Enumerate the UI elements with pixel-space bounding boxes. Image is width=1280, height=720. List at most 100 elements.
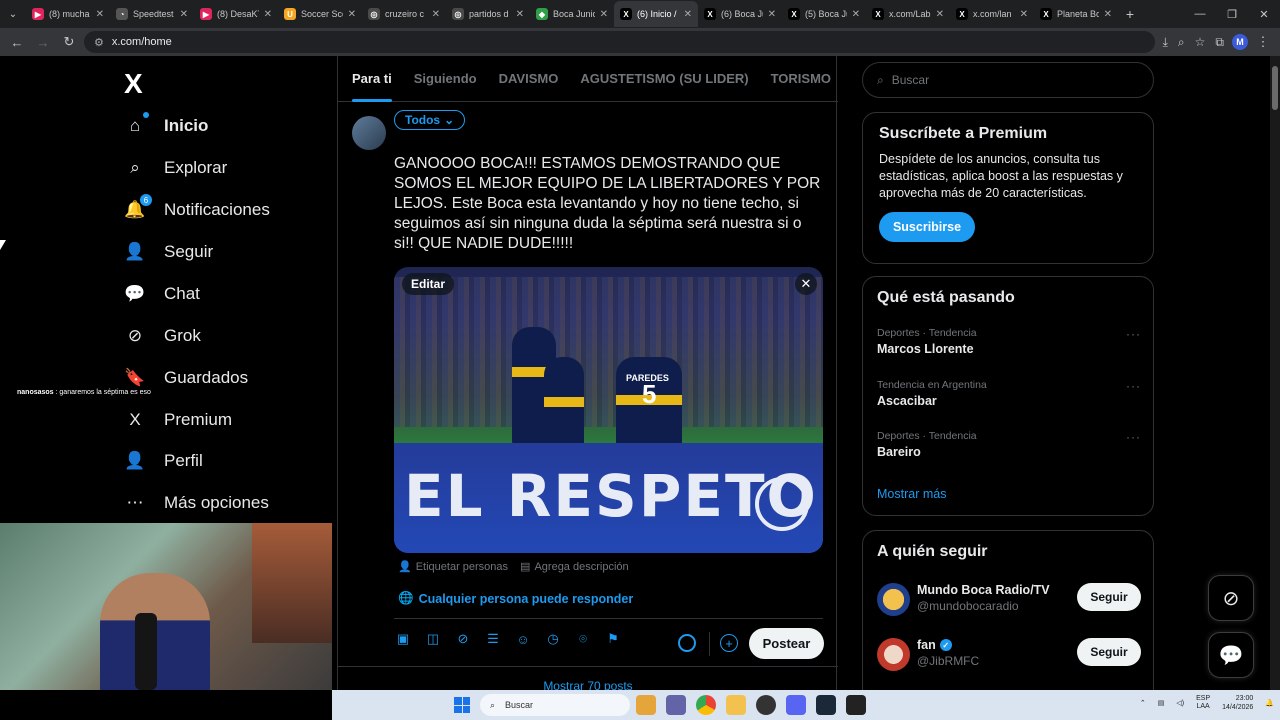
nav-item-perfil[interactable]: 👤 Perfil [124,441,202,481]
add-description-button[interactable]: ▤ Agrega descripción [520,560,629,574]
grok-icon[interactable]: ⊘ [454,630,472,648]
add-post-icon[interactable]: + [720,634,738,652]
maximize-button[interactable]: ❐ [1216,8,1248,21]
tab-close-icon[interactable]: ✕ [936,9,944,20]
chrome-icon[interactable] [696,695,716,715]
feed-tab[interactable]: Para ti [352,56,392,102]
edit-image-button[interactable]: Editar [402,273,455,295]
avatar[interactable] [877,583,910,616]
follow-button[interactable]: Seguir [1077,638,1141,666]
subscribe-button[interactable]: Suscribirse [879,212,975,242]
nav-item-premium[interactable]: X Premium [124,400,232,440]
feed-tab[interactable]: TORISMO [771,56,831,102]
nav-item-notificaciones[interactable]: 🔔 6 Notificaciones [124,190,270,230]
flag-icon[interactable]: ⚑ [604,630,622,648]
browser-tab[interactable]: ▶ (8) mucha ✕ [26,1,110,27]
page-scrollbar[interactable] [1270,56,1280,690]
start-button[interactable] [454,697,470,713]
site-info-icon[interactable]: ⚙ [94,36,104,49]
close-icon[interactable]: ✕ [795,273,817,295]
show-new-posts-link[interactable]: Mostrar 70 posts [338,666,838,690]
tab-search-button[interactable]: ⌄ [0,4,26,24]
url-omnibox[interactable]: ⚙ x.com/home [84,31,1155,53]
volume-icon[interactable]: ◁) [1176,699,1184,707]
new-tab-button[interactable]: + [1118,6,1142,22]
audience-selector[interactable]: Todos ⌄ [394,110,466,130]
location-icon[interactable]: ⌾ [574,630,592,648]
notification-bell-icon[interactable]: 🔔 [1265,699,1274,707]
close-window-button[interactable]: ✕ [1248,8,1280,21]
taskbar-search[interactable]: ⌕ Buscar [480,694,630,716]
discord-icon[interactable] [786,695,806,715]
image-icon[interactable]: ▣ [394,630,412,648]
minimize-button[interactable]: — [1184,8,1216,21]
install-icon[interactable]: ⤓ [1163,35,1168,50]
gif-icon[interactable]: ◫ [424,630,442,648]
nav-item-inicio[interactable]: ⌂ Inicio [124,106,208,146]
user-avatar[interactable] [352,116,386,150]
browser-tab[interactable]: U Soccer Sco ✕ [278,1,362,27]
taskbar-app-icon[interactable] [756,695,776,715]
profile-avatar[interactable]: M [1232,34,1248,50]
nav-item-chat[interactable]: 💬 Chat [124,274,200,314]
more-options-icon[interactable]: ··· [1126,430,1141,444]
tab-close-icon[interactable]: ✕ [180,9,188,20]
network-icon[interactable]: ▤ [1158,699,1165,707]
x-logo[interactable]: X [124,68,154,99]
nav-item-grok[interactable]: ⊘ Grok [124,316,201,356]
avatar[interactable] [877,638,910,671]
follow-button[interactable]: Seguir [1077,583,1141,611]
suggested-user[interactable]: fan ✓ @JibRMFC Seguir [877,636,1141,672]
browser-tab[interactable]: ◎ partidos d ✕ [446,1,530,27]
suggested-user[interactable]: Mundo Boca Radio/TV @mundobocaradio Seguir [877,581,1141,617]
tab-close-icon[interactable]: ✕ [768,9,776,20]
tab-close-icon[interactable]: ✕ [852,9,860,20]
nav-item-m-s-opciones[interactable]: ⋯ Más opciones [124,483,269,523]
steam-icon[interactable] [816,695,836,715]
browser-tab[interactable]: X (6) Boca Ju ✕ [698,1,782,27]
tab-close-icon[interactable]: ✕ [516,9,524,20]
feed-tab[interactable]: DAVISMO [499,56,559,102]
tab-close-icon[interactable]: ✕ [684,9,692,20]
browser-tab[interactable]: ▶ (8) DesaKT ✕ [194,1,278,27]
clock[interactable]: 23:00 14/4/2026 [1222,694,1253,712]
post-button[interactable]: Postear [749,628,824,659]
tab-close-icon[interactable]: ✕ [600,9,608,20]
tab-close-icon[interactable]: ✕ [264,9,272,20]
browser-tab[interactable]: Xx.com/Lab ✕ [866,1,950,27]
more-options-icon[interactable]: ··· [1126,379,1141,393]
reply-setting-button[interactable]: 🌐 Cualquier persona puede responder [398,591,633,606]
grok-float-button[interactable]: ⊘ [1208,575,1254,621]
folder-icon[interactable] [726,695,746,715]
feed-tab[interactable]: AGUSTETISMO (SU LIDER) [580,56,748,102]
trend-item[interactable]: Deportes · Tendencia Marcos Llorente ··· [877,327,1141,356]
schedule-icon[interactable]: ◷ [544,630,562,648]
browser-tab[interactable]: X Planeta Bo ✕ [1034,1,1118,27]
language-indicator[interactable]: ESP LAA [1196,695,1210,711]
reload-button[interactable]: ↻ [58,31,80,53]
extensions-icon[interactable]: ⧉ [1215,35,1224,50]
terminal-icon[interactable] [846,695,866,715]
browser-tab[interactable]: ◔ Speedtest ✕ [110,1,194,27]
taskbar-app-icon[interactable] [636,695,656,715]
tray-chevron-icon[interactable]: ⌃ [1140,699,1146,707]
trend-item[interactable]: Deportes · Tendencia Bareiro ··· [877,430,1141,459]
nav-item-explorar[interactable]: ⌕ Explorar [124,148,227,188]
forward-button[interactable]: → [32,31,54,53]
trend-item[interactable]: Tendencia en Argentina Ascacibar ··· [877,379,1141,408]
feed-tab[interactable]: Siguiendo [414,56,477,102]
taskbar-app-icon[interactable] [666,695,686,715]
search-input[interactable]: ⌕ Buscar [862,62,1154,98]
compose-textarea[interactable]: GANOOOO BOCA!!! ESTAMOS DEMOSTRANDO QUE … [394,154,824,254]
messages-float-button[interactable]: 💬 [1208,632,1254,678]
poll-icon[interactable]: ☰ [484,630,502,648]
tab-close-icon[interactable]: ✕ [1020,9,1028,20]
back-button[interactable]: ← [6,31,28,53]
tag-people-button[interactable]: 👤 Etiquetar personas [398,560,508,574]
browser-tab[interactable]: X (6) Inicio / ✕ [614,1,698,27]
tab-close-icon[interactable]: ✕ [348,9,356,20]
browser-tab[interactable]: X (5) Boca Ju ✕ [782,1,866,27]
zoom-icon[interactable]: ⌕ [1178,35,1185,50]
scrollbar-thumb[interactable] [1272,66,1278,110]
tab-close-icon[interactable]: ✕ [1104,9,1112,20]
